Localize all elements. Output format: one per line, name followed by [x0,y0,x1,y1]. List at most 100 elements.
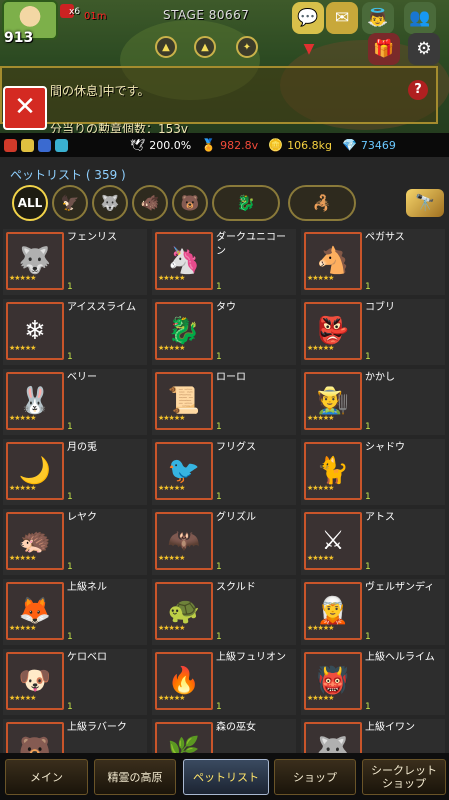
friends-icon[interactable]: 👥 [404,2,436,34]
multiplier-timer: 01m [84,11,107,22]
pet-count: 1 [67,702,73,712]
medal-icon: 🏅 [201,138,217,152]
pet-name: レヤク [67,512,97,523]
stage-label: STAGE 80667 [163,8,250,22]
pet-count: 1 [67,352,73,362]
filter-type-3-icon[interactable]: 🐗 [132,185,168,221]
star-rating-icon: ★★★★★ [307,624,334,632]
filter-type-5-icon[interactable]: 🐉 [212,185,280,221]
pet-card[interactable]: ❄ ★★★★★ アイススライム 1 [3,299,147,365]
pet-name: シャドウ [365,442,405,453]
skill-up-icon[interactable]: ▲ [155,36,177,58]
medal-rate-text: 分当りの勲章個数：153v [50,122,189,133]
pet-card[interactable]: 🐰 ★★★★★ ベリー 1 [3,369,147,435]
star-rating-icon: ★★★★★ [307,554,334,562]
hero-icon-3 [38,138,51,152]
wing-icon: 🕊 [130,138,146,152]
pet-count: 1 [67,632,73,642]
hero-icon-4 [55,138,68,152]
pet-name: ケロベロ [67,652,107,663]
pet-name: グリズル [216,512,256,523]
star-rating-icon: ★★★★★ [307,274,334,282]
pet-name: アイススライム [67,302,136,313]
filter-type-1-icon[interactable]: 🦅 [52,185,88,221]
star-rating-icon: ★★★★★ [158,554,185,562]
close-button[interactable]: ✕ [3,86,47,130]
pet-card[interactable]: 🦔 ★★★★★ レヤク 1 [3,509,147,575]
pet-count: 1 [67,492,73,502]
pet-count: 1 [216,352,222,362]
pet-name: かかし [365,372,395,383]
pet-count: 1 [365,702,371,712]
star-rating-icon: ★★★★★ [307,484,334,492]
skill-wheel-icon[interactable]: ✦ [236,36,258,58]
filter-type-2-icon[interactable]: 🐺 [92,185,128,221]
pet-card[interactable]: 🦊 ★★★★★ 上級ネル 1 [3,579,147,645]
star-rating-icon: ★★★★★ [158,344,185,352]
nav-main-button[interactable]: メイン [5,759,88,795]
pet-name: 上級フュリオン [216,652,286,663]
star-rating-icon: ★★★★★ [307,344,334,352]
pet-name: フェンリス [67,232,117,243]
pet-card[interactable]: 🧑‍🌾 ★★★★★ かかし 1 [301,369,445,435]
pet-name: タウ [216,302,236,313]
pet-name: 月の兎 [67,442,97,453]
filter-bar: ALL 🦅 🐺 🐗 🐻 🐉 🦂 🔭 [8,185,449,227]
resource-bar: 🕊 200.0% 🏅 982.8v 🪙 106.8kg 💎 73469 [0,133,449,157]
pet-card[interactable]: 🐢 ★★★★★ スクルド 1 [152,579,296,645]
pet-card[interactable]: 👺 ★★★★★ コブリ 1 [301,299,445,365]
hero-icon-2 [21,138,34,152]
star-rating-icon: ★★★★★ [158,624,185,632]
pet-card[interactable]: 📜 ★★★★★ ローロ 1 [152,369,296,435]
power-percent: 200.0% [149,138,192,152]
pet-count: 1 [216,282,222,292]
chat-icon[interactable]: 💬 [292,2,324,34]
medal-count: 982.8v [220,138,259,152]
filter-type-6-icon[interactable]: 🦂 [288,185,356,221]
pet-count: 1 [216,422,222,432]
dropdown-arrow-icon[interactable]: ▼ [298,38,320,60]
pet-count: 1 [216,702,222,712]
pet-card[interactable]: 🐺 ★★★★★ フェンリス 1 [3,229,147,295]
gear-icon[interactable]: ⚙ [408,33,440,65]
angel-icon[interactable]: 👼 [362,2,394,34]
pet-card[interactable]: 🦄 ★★★★★ ダークユニコーン 1 [152,229,296,295]
star-rating-icon: ★★★★★ [158,694,185,702]
pet-name: 上級ラバーク [67,722,127,733]
nav-pet-list-button[interactable]: ペットリスト [183,759,269,795]
star-rating-icon: ★★★★★ [307,414,334,422]
pet-card[interactable]: 🐈 ★★★★★ シャドウ 1 [301,439,445,505]
pet-card[interactable]: 🐶 ★★★★★ ケロベロ 1 [3,649,147,715]
bottom-navigation: メイン 精霊の高原 ペットリスト ショップ シークレット ショップ [0,753,449,800]
pet-count: 1 [365,562,371,572]
skill-up-icon-2[interactable]: ▲ [194,36,216,58]
pet-name: ペガサス [365,232,405,243]
nav-secret-shop-button[interactable]: シークレット ショップ [362,759,446,795]
pet-count: 1 [216,562,222,572]
filter-all-button[interactable]: ALL [12,185,48,221]
pet-count: 1 [216,632,222,642]
mail-icon[interactable]: ✉ [326,2,358,34]
filter-type-4-icon[interactable]: 🐻 [172,185,208,221]
pet-name: ベリー [67,372,97,383]
pet-card[interactable]: 👹 ★★★★★ 上級ヘルライム 1 [301,649,445,715]
pet-card[interactable]: 🐴 ★★★★★ ペガサス 1 [301,229,445,295]
star-rating-icon: ★★★★★ [158,484,185,492]
nav-plateau-button[interactable]: 精霊の高原 [94,759,176,795]
coin-icon: 🪙 [268,138,284,152]
pet-card[interactable]: 🐦 ★★★★★ フリグス 1 [152,439,296,505]
pet-card[interactable]: 🧝 ★★★★★ ヴェルザンディ 1 [301,579,445,645]
star-rating-icon: ★★★★★ [9,274,36,282]
pet-card[interactable]: 🦇 ★★★★★ グリズル 1 [152,509,296,575]
pet-card[interactable]: ⚔ ★★★★★ アトス 1 [301,509,445,575]
pet-card[interactable]: 🌙 ★★★★★ 月の兎 1 [3,439,147,505]
gift-icon[interactable]: 🎁 [368,33,400,65]
pet-count: 1 [365,352,371,362]
pet-count: 1 [365,422,371,432]
nav-shop-button[interactable]: ショップ [274,759,356,795]
medal-stat: 🏅 982.8v [201,138,258,152]
scroll-search-icon[interactable]: 🔭 [406,189,444,217]
pet-card[interactable]: 🐉 ★★★★★ タウ 1 [152,299,296,365]
pet-card[interactable]: 🔥 ★★★★★ 上級フュリオン 1 [152,649,296,715]
help-icon[interactable]: ? [408,80,428,100]
